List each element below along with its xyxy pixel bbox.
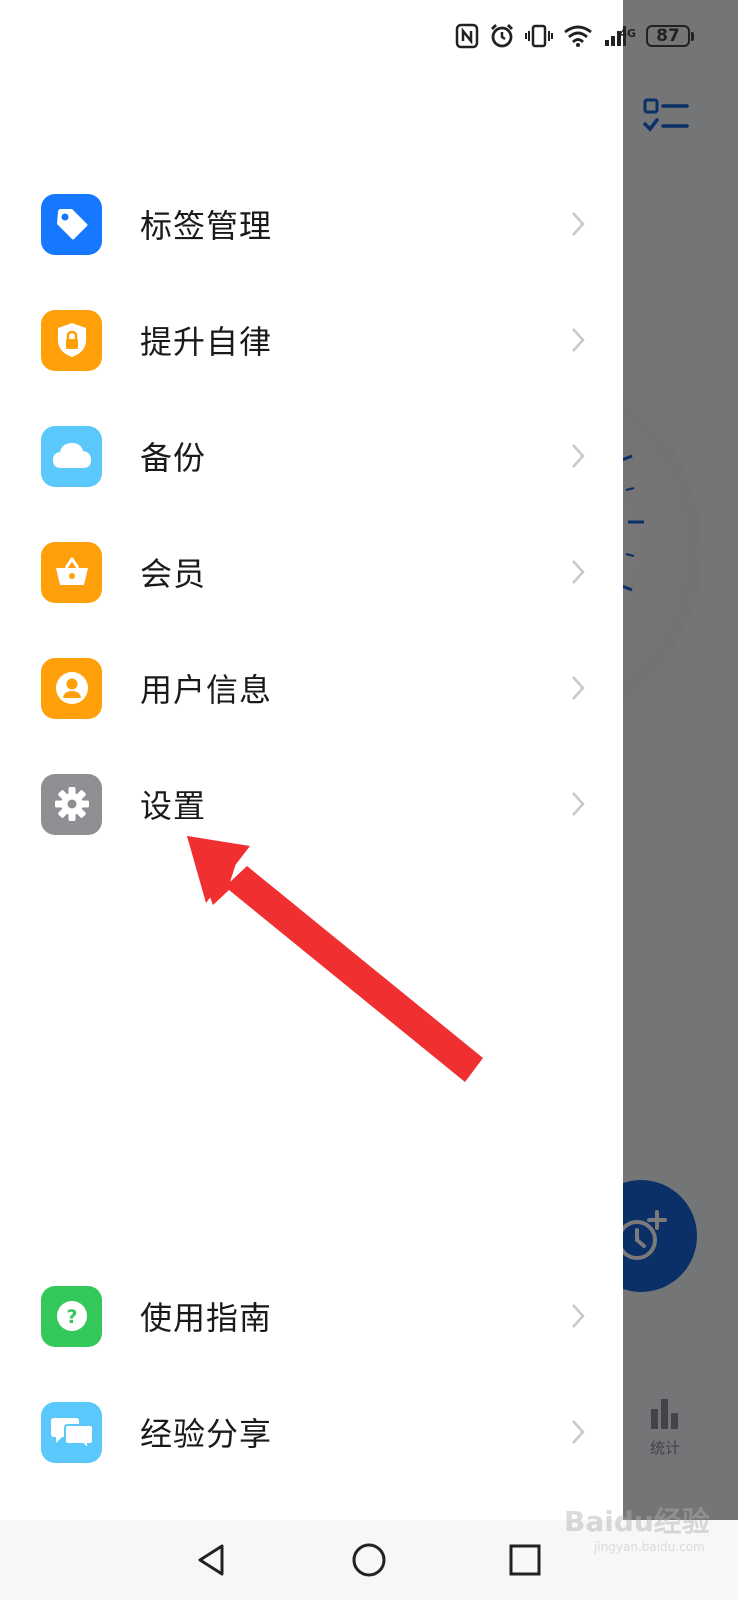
menu-item-tag-management[interactable]: 标签管理 [0,174,623,274]
watermark-text: Baidu经验 [564,1505,710,1538]
menu-label: 设置 [140,787,207,825]
side-drawer: 标签管理 提升自律 备份 会员 用户信息 设置 ? 使用指南 经验分享 [0,0,623,1520]
question-icon: ? [41,1285,102,1347]
chevron-right-icon [572,792,585,816]
battery-indicator: 87 [646,25,694,47]
menu-item-self-discipline[interactable]: 提升自律 [0,290,623,390]
menu-label: 经验分享 [140,1415,273,1453]
back-button[interactable] [192,1540,232,1580]
chevron-right-icon [572,212,585,236]
battery-level: 87 [646,25,690,47]
tag-icon [41,193,102,255]
user-icon [41,657,102,719]
wifi-icon [564,25,593,47]
menu-item-membership[interactable]: 会员 [0,522,623,622]
shield-lock-icon [41,309,102,371]
chat-bubbles-icon [41,1401,102,1463]
menu-label: 用户信息 [140,671,273,709]
menu-item-backup[interactable]: 备份 [0,406,623,506]
vibrate-icon [525,24,554,48]
menu-label: 提升自律 [140,323,273,361]
menu-item-experience-share[interactable]: 经验分享 [0,1382,623,1482]
chevron-right-icon [572,444,585,468]
watermark-url: jingyan.baidu.com [594,1540,705,1554]
chevron-right-icon [572,1420,585,1444]
menu-label: 会员 [140,555,207,593]
alarm-icon [491,24,514,48]
menu-label: 备份 [140,439,207,477]
status-bar: 4G 87 [0,0,738,70]
chevron-right-icon [572,328,585,352]
chevron-right-icon [572,676,585,700]
nfc-icon [456,23,479,49]
baidu-watermark: Baidu经验 jingyan.baidu.com [564,1500,724,1560]
chevron-right-icon [572,560,585,584]
menu-item-user-info[interactable]: 用户信息 [0,638,623,738]
home-button[interactable] [349,1540,389,1580]
menu-label: 使用指南 [140,1299,273,1337]
chevron-right-icon [572,1304,585,1328]
cloud-icon [41,425,102,487]
svg-text:?: ? [66,1306,77,1328]
menu-item-user-guide[interactable]: ? 使用指南 [0,1266,623,1366]
menu-label: 标签管理 [140,207,273,245]
network-type: 4G [619,27,636,40]
basket-icon [41,541,102,603]
recents-button[interactable] [505,1540,545,1580]
gear-icon [41,773,102,835]
menu-item-settings[interactable]: 设置 [0,754,623,854]
